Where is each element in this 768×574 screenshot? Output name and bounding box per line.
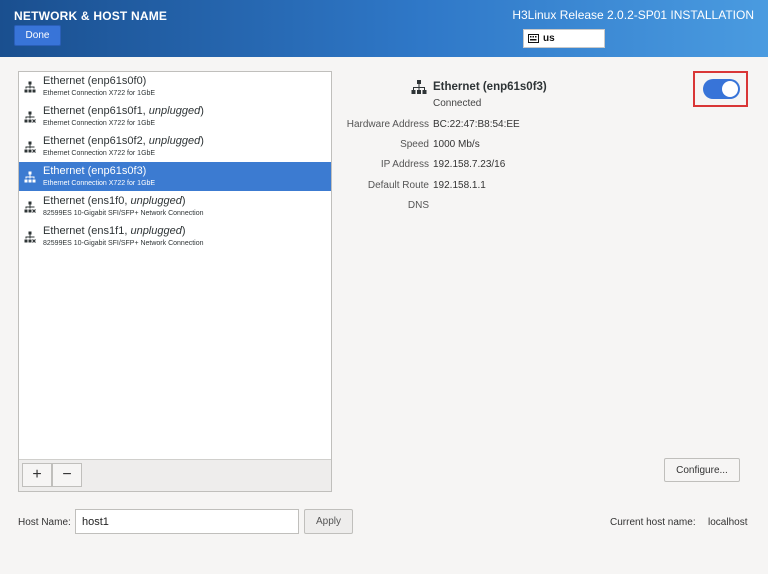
interface-description: Ethernet Connection X722 for 1GbE (43, 90, 156, 97)
interface-name: Ethernet (enp61s0f2, unplugged) (43, 135, 204, 147)
interface-name-text: Ethernet (enp61s0f1, (43, 105, 149, 117)
interface-name-text: Ethernet (enp61s0f3) (43, 165, 147, 177)
network-wired-icon (24, 81, 36, 93)
interface-state: unplugged (130, 195, 182, 207)
interface-state: unplugged (148, 135, 201, 147)
release-title: H3Linux Release 2.0.2-SP01 INSTALLATION (512, 8, 754, 22)
speed-label: Speed (400, 139, 429, 150)
ip-address-value: 192.158.7.23/16 (433, 159, 506, 170)
network-disconnected-icon (24, 111, 36, 123)
interface-description: Ethernet Connection X722 for 1GbE (43, 180, 156, 187)
interface-name: Ethernet (enp61s0f3) (43, 165, 146, 177)
dns-label: DNS (407, 200, 429, 211)
interface-row[interactable]: Ethernet (enp61s0f0) Ethernet Connection … (19, 72, 331, 101)
interface-description: 82599ES 10-Gigabit SFI/SFP+ Network Conn… (43, 210, 204, 217)
page-title: NETWORK & HOST NAME (14, 9, 168, 23)
interface-name: Ethernet (ens1f0, unplugged) (43, 195, 186, 207)
interface-name: Ethernet (enp61s0f0) (43, 75, 146, 87)
interface-name-text: Ethernet (enp61s0f2, (43, 135, 149, 147)
keyboard-layout-label: us (543, 33, 555, 44)
interface-row[interactable]: Ethernet (enp61s0f3) Ethernet Connection … (19, 162, 331, 191)
header-bar: NETWORK & HOST NAME Done H3Linux Release… (0, 0, 768, 57)
network-wired-icon (24, 171, 36, 183)
remove-interface-button[interactable]: − (52, 463, 82, 487)
interface-name-text: Ethernet (ens1f0, (43, 195, 131, 207)
interface-state: unplugged (148, 105, 201, 117)
interface-name: Ethernet (ens1f1, unplugged) (43, 225, 186, 237)
ip-address-label: IP Address (380, 159, 429, 170)
interface-state: unplugged (130, 225, 182, 237)
host-name-label: Host Name: (18, 517, 71, 528)
default-route-label: Default Route (367, 180, 429, 191)
network-disconnected-icon (24, 201, 36, 213)
detail-connection-status: Connected (433, 98, 482, 109)
current-host-name-value: localhost (708, 517, 748, 528)
interface-row[interactable]: Ethernet (ens1f1, unplugged) 82599ES 10-G… (19, 222, 331, 251)
toggle-highlight-frame (693, 71, 748, 107)
interface-description: Ethernet Connection X722 for 1GbE (43, 150, 156, 157)
current-host-name-label: Current host name: (610, 517, 696, 528)
hardware-address-label: Hardware Address (346, 119, 429, 130)
interface-description: 82599ES 10-Gigabit SFI/SFP+ Network Conn… (43, 240, 204, 247)
network-wired-icon (411, 80, 427, 94)
interface-name-text: Ethernet (enp61s0f0) (43, 75, 147, 87)
add-interface-button[interactable]: + (22, 463, 52, 487)
interface-row[interactable]: Ethernet (ens1f0, unplugged) 82599ES 10-G… (19, 192, 331, 221)
interface-row[interactable]: Ethernet (enp61s0f2, unplugged) Ethernet … (19, 132, 331, 161)
hardware-address-value: BC:22:47:B8:54:EE (433, 119, 520, 130)
list-toolbar: + − (19, 459, 331, 491)
keyboard-layout-indicator[interactable]: us (523, 29, 605, 48)
interface-name: Ethernet (enp61s0f1, unplugged) (43, 105, 204, 117)
interface-enable-toggle[interactable] (703, 79, 740, 99)
configure-button[interactable]: Configure... (664, 458, 740, 482)
interface-row[interactable]: Ethernet (enp61s0f1, unplugged) Ethernet … (19, 102, 331, 131)
network-disconnected-icon (24, 141, 36, 153)
default-route-value: 192.158.1.1 (433, 180, 486, 191)
network-disconnected-icon (24, 231, 36, 243)
interface-list: Ethernet (enp61s0f0) Ethernet Connection … (18, 71, 332, 492)
keyboard-icon (528, 34, 539, 43)
toggle-knob (722, 81, 738, 97)
apply-button[interactable]: Apply (304, 509, 353, 534)
interface-description: Ethernet Connection X722 for 1GbE (43, 120, 156, 127)
host-name-input[interactable] (75, 509, 299, 534)
detail-interface-name: Ethernet (enp61s0f3) (433, 81, 547, 93)
speed-value: 1000 Mb/s (433, 139, 480, 150)
interface-name-text: Ethernet (ens1f1, (43, 225, 131, 237)
done-button[interactable]: Done (14, 25, 61, 46)
